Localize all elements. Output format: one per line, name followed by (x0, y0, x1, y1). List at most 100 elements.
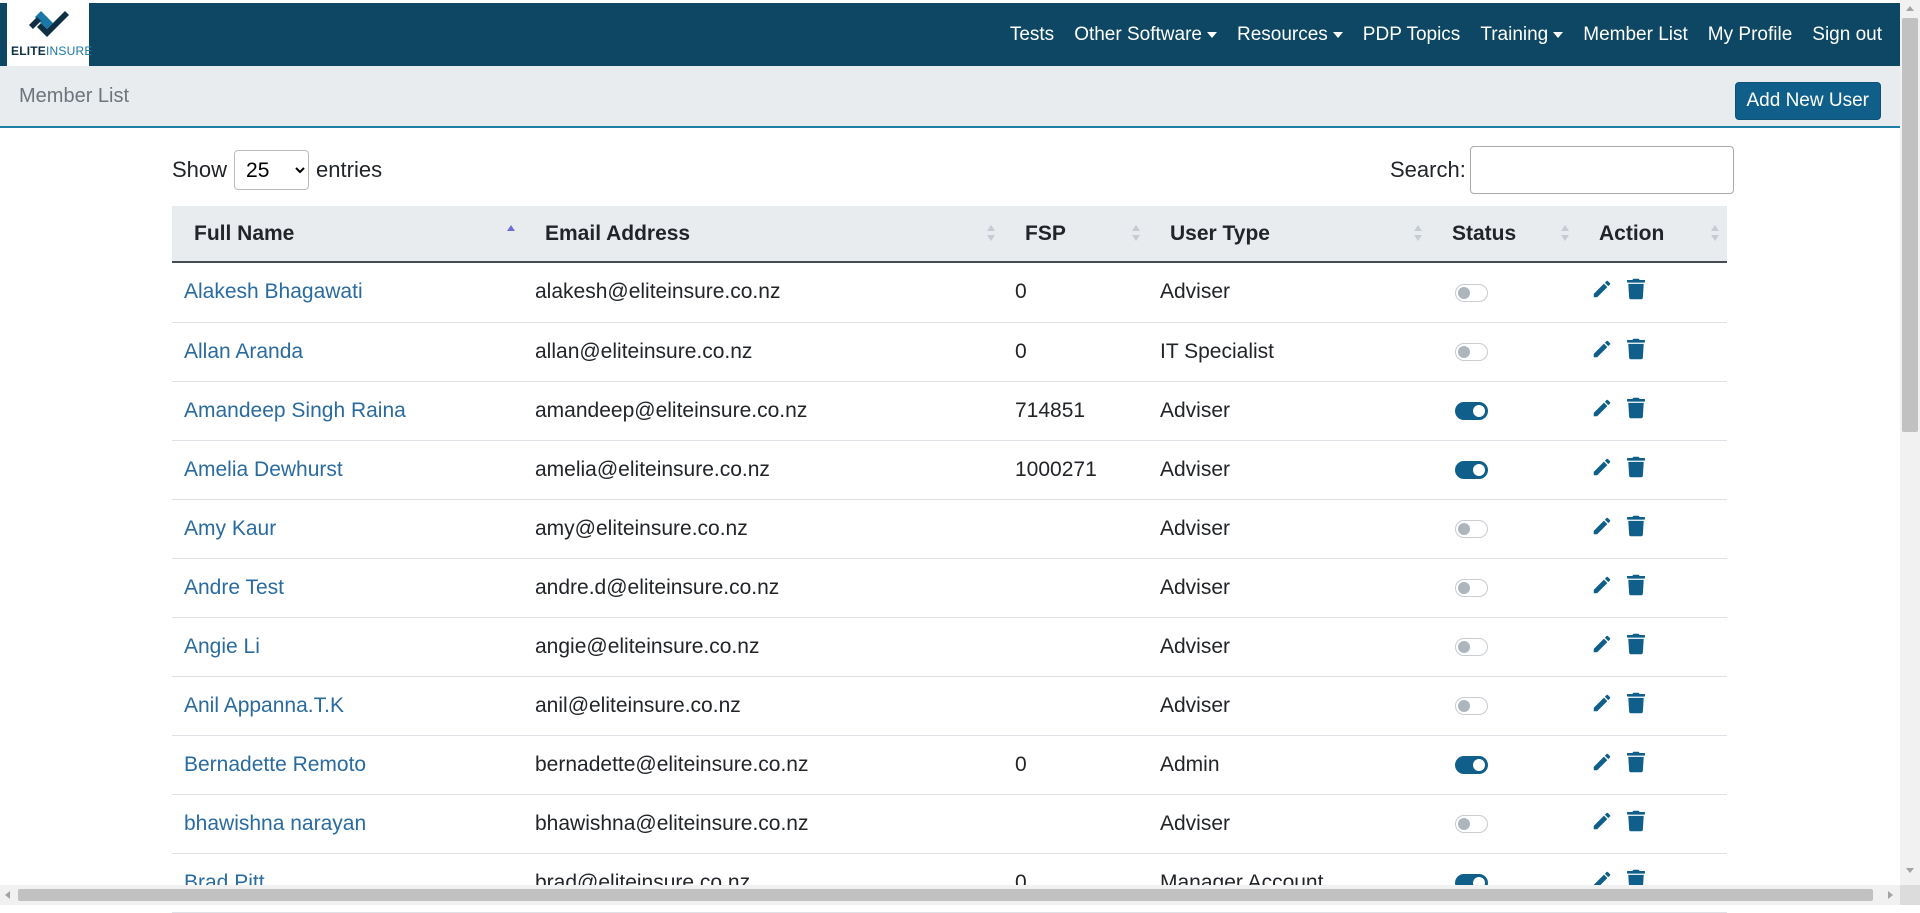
cell-status (1430, 322, 1577, 382)
cell-user-type: Adviser (1148, 617, 1430, 677)
nav-training[interactable]: Training (1480, 24, 1564, 46)
entries-length-control: Show 102550100 entries (172, 150, 382, 190)
pencil-icon[interactable] (1591, 456, 1613, 484)
column-header-label: FSP (1025, 221, 1066, 245)
member-table: Full Name Email Address FSP User Type Status… (172, 206, 1727, 913)
table-row: Angie Li angie@eliteinsure.co.nz Adviser (172, 617, 1727, 677)
scroll-left-icon[interactable] (5, 891, 10, 899)
show-label: Show (172, 157, 228, 182)
horizontal-scrollbar[interactable] (0, 885, 1900, 905)
add-new-user-button[interactable]: Add New User (1734, 82, 1881, 120)
trash-icon[interactable] (1627, 515, 1645, 543)
cell-full-name: Amelia Dewhurst (172, 440, 523, 500)
nav-sign-out-label: Sign out (1812, 23, 1882, 45)
cell-action (1577, 676, 1727, 736)
cell-fsp: 0 (1003, 735, 1148, 795)
member-name-link[interactable]: bhawishna narayan (184, 812, 366, 835)
trash-icon[interactable] (1627, 633, 1645, 661)
trash-icon[interactable] (1627, 810, 1645, 838)
status-toggle[interactable] (1455, 342, 1488, 361)
pencil-icon[interactable] (1591, 574, 1613, 602)
status-toggle[interactable] (1455, 283, 1488, 302)
scroll-right-icon[interactable] (1888, 891, 1893, 899)
pencil-icon[interactable] (1591, 810, 1613, 838)
cell-full-name: Angie Li (172, 617, 523, 677)
vertical-scroll-thumb[interactable] (1902, 18, 1918, 432)
member-name-link[interactable]: Angie Li (184, 635, 260, 658)
table-row: Allan Aranda allan@eliteinsure.co.nz 0 IT S… (172, 322, 1727, 382)
nav-member-list[interactable]: Member List (1583, 24, 1688, 46)
cell-fsp: 714851 (1003, 381, 1148, 441)
cell-full-name: Amy Kaur (172, 499, 523, 559)
table-row: Andre Test andre.d@eliteinsure.co.nz Advis… (172, 558, 1727, 618)
horizontal-scroll-thumb[interactable] (18, 889, 1873, 901)
nav-my-profile[interactable]: My Profile (1708, 24, 1792, 46)
sort-both-icon (1132, 225, 1140, 243)
column-header-user-type[interactable]: User Type (1148, 206, 1430, 263)
page-title: Member List (19, 85, 130, 107)
cell-action (1577, 322, 1727, 382)
cell-full-name: Andre Test (172, 558, 523, 618)
member-name-link[interactable]: Allan Aranda (184, 340, 303, 363)
logo-text: ELITEINSURE (11, 44, 93, 58)
search-control: Search: (1390, 146, 1734, 194)
brand-logo[interactable]: ELITEINSURE (7, 3, 92, 66)
sort-both-icon (1561, 225, 1569, 243)
trash-icon[interactable] (1627, 456, 1645, 484)
status-toggle[interactable] (1455, 401, 1488, 420)
column-header-action[interactable]: Action (1577, 206, 1727, 263)
column-header-fsp[interactable]: FSP (1003, 206, 1148, 263)
member-name-link[interactable]: Amelia Dewhurst (184, 458, 343, 481)
member-name-link[interactable]: Andre Test (184, 576, 284, 599)
nav-pdp-topics[interactable]: PDP Topics (1363, 24, 1461, 46)
member-name-link[interactable]: Amy Kaur (184, 517, 276, 540)
pencil-icon[interactable] (1591, 633, 1613, 661)
pencil-icon[interactable] (1591, 692, 1613, 720)
status-toggle[interactable] (1455, 460, 1488, 479)
trash-icon[interactable] (1627, 397, 1645, 425)
trash-icon[interactable] (1627, 692, 1645, 720)
nav-tests[interactable]: Tests (1010, 24, 1054, 46)
cell-action (1577, 735, 1727, 795)
trash-icon[interactable] (1627, 574, 1645, 602)
scroll-down-icon[interactable] (1906, 868, 1914, 873)
column-header-status[interactable]: Status (1430, 206, 1577, 263)
scroll-up-icon[interactable] (1906, 6, 1914, 11)
member-name-link[interactable]: Amandeep Singh Raina (184, 399, 406, 422)
cell-action (1577, 499, 1727, 559)
status-toggle[interactable] (1455, 637, 1488, 656)
pencil-icon[interactable] (1591, 278, 1613, 306)
cell-full-name: Amandeep Singh Raina (172, 381, 523, 441)
column-header-email-address[interactable]: Email Address (523, 206, 1003, 263)
vertical-scrollbar[interactable] (1900, 0, 1920, 905)
table-row: bhawishna narayan bhawishna@eliteinsure.c… (172, 794, 1727, 854)
cell-action (1577, 381, 1727, 441)
member-name-link[interactable]: Anil Appanna.T.K (184, 694, 344, 717)
cell-full-name: Anil Appanna.T.K (172, 676, 523, 736)
status-toggle[interactable] (1455, 755, 1488, 774)
trash-icon[interactable] (1627, 751, 1645, 779)
cell-email: anil@eliteinsure.co.nz (523, 676, 1003, 736)
column-header-full-name[interactable]: Full Name (172, 206, 523, 263)
member-name-link[interactable]: Alakesh Bhagawati (184, 280, 363, 303)
member-name-link[interactable]: Bernadette Remoto (184, 753, 366, 776)
nav-resources-label: Resources (1236, 23, 1328, 45)
status-toggle[interactable] (1455, 519, 1488, 538)
cell-email: alakesh@eliteinsure.co.nz (523, 262, 1003, 323)
nav-sign-out[interactable]: Sign out (1812, 24, 1882, 46)
pencil-icon[interactable] (1591, 397, 1613, 425)
status-toggle[interactable] (1455, 696, 1488, 715)
trash-icon[interactable] (1627, 278, 1645, 306)
nav-other-software[interactable]: Other Software (1074, 24, 1217, 46)
trash-icon[interactable] (1627, 338, 1645, 366)
pencil-icon[interactable] (1591, 338, 1613, 366)
status-toggle[interactable] (1455, 578, 1488, 597)
status-toggle[interactable] (1455, 814, 1488, 833)
entries-per-page-select[interactable]: 102550100 (234, 150, 310, 190)
pencil-icon[interactable] (1591, 515, 1613, 543)
pencil-icon[interactable] (1591, 751, 1613, 779)
search-input[interactable] (1469, 146, 1734, 194)
cell-status (1430, 794, 1577, 854)
cell-email: bernadette@eliteinsure.co.nz (523, 735, 1003, 795)
nav-resources[interactable]: Resources (1237, 24, 1343, 46)
